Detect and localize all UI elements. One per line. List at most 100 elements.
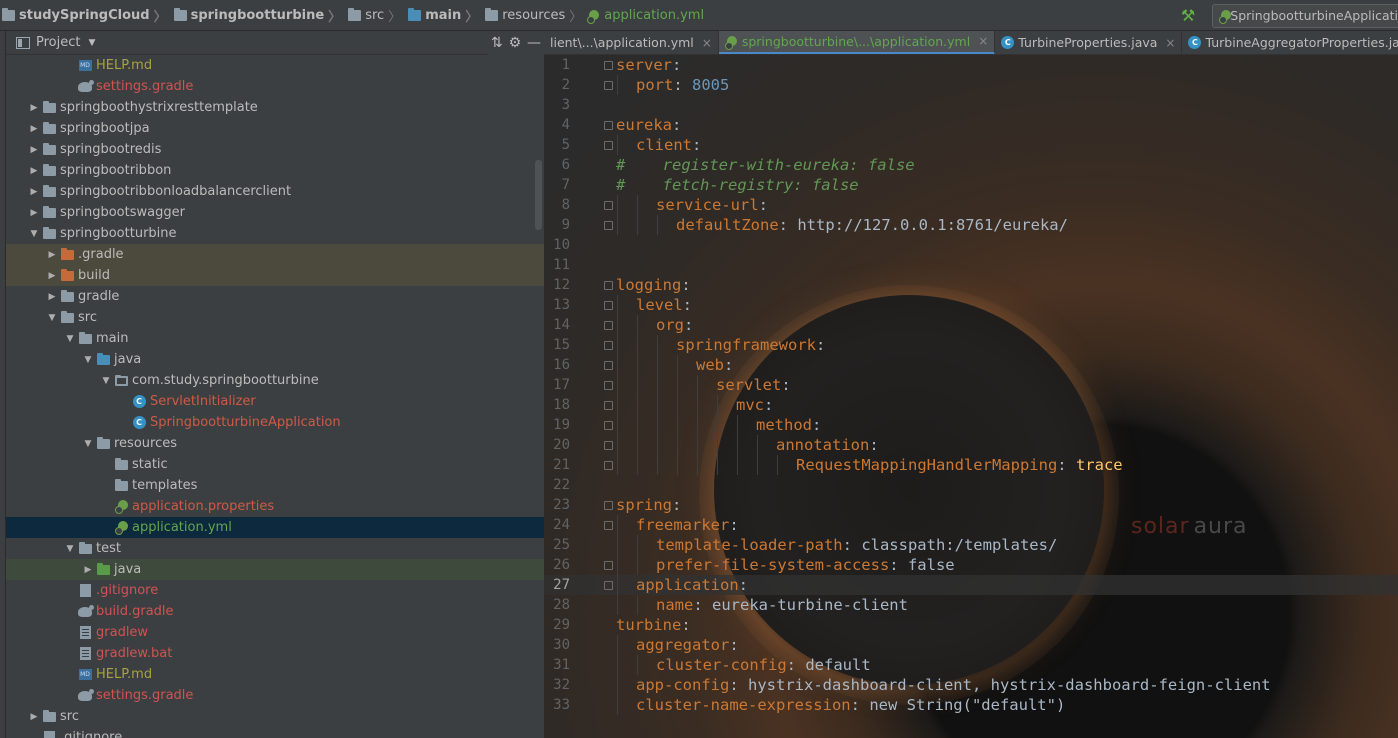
editor-tab[interactable]: C TurbineProperties.java × [995, 31, 1183, 54]
fold-marker-icon[interactable] [604, 581, 613, 590]
tree-node[interactable]: ▶ springbootredis [6, 139, 544, 160]
fold-marker-icon[interactable] [604, 201, 613, 210]
tree-node[interactable]: MD HELP.md [6, 55, 544, 76]
expanded-arrow-icon[interactable]: ▼ [46, 313, 58, 323]
expanded-arrow-icon[interactable]: ▼ [82, 355, 94, 365]
fold-marker-icon[interactable] [604, 321, 613, 330]
collapsed-arrow-icon[interactable]: ▶ [28, 187, 40, 197]
expanded-arrow-icon[interactable]: ▼ [64, 544, 76, 554]
collapsed-arrow-icon[interactable]: ▶ [46, 250, 58, 260]
fold-marker-icon[interactable] [604, 521, 613, 530]
tree-node[interactable]: ▼ main [6, 328, 544, 349]
tree-node[interactable]: ▶ springbootswagger [6, 202, 544, 223]
close-icon[interactable]: × [702, 36, 712, 50]
fold-marker-icon[interactable] [604, 61, 613, 70]
fold-marker-icon[interactable] [604, 301, 613, 310]
tree-node[interactable]: gradlew.bat [6, 643, 544, 664]
fold-marker-icon[interactable] [604, 501, 613, 510]
fold-marker-icon[interactable] [604, 441, 613, 450]
yaml-key: springframework [676, 336, 816, 354]
breadcrumb-item[interactable]: main 〉 [406, 0, 483, 30]
indent-guide [657, 455, 658, 475]
collapsed-arrow-icon[interactable]: ▶ [28, 166, 40, 176]
run-configuration-select[interactable]: SpringbootturbineApplicati [1212, 3, 1398, 28]
expanded-arrow-icon[interactable]: ▼ [100, 376, 112, 386]
expanded-arrow-icon[interactable]: ▼ [28, 229, 40, 239]
collapsed-arrow-icon[interactable]: ▶ [28, 712, 40, 722]
tree-node[interactable]: build.gradle [6, 601, 544, 622]
indent-guide [677, 355, 678, 375]
breadcrumb-item[interactable]: studySpringCloud 〉 [0, 0, 172, 30]
collapsed-arrow-icon[interactable]: ▶ [82, 565, 94, 575]
close-icon[interactable]: × [1165, 36, 1175, 50]
tree-node[interactable]: MD HELP.md [6, 664, 544, 685]
collapsed-arrow-icon[interactable]: ▶ [28, 124, 40, 134]
collapsed-arrow-icon[interactable]: ▶ [28, 103, 40, 113]
collapsed-arrow-icon[interactable]: ▶ [28, 145, 40, 155]
tree-node[interactable]: ▶ src [6, 706, 544, 727]
folder-icon [114, 478, 128, 491]
tree-node[interactable]: ▼ src [6, 307, 544, 328]
tree-node[interactable]: ▶ java [6, 559, 544, 580]
breadcrumb-item[interactable]: src 〉 [346, 0, 406, 30]
tree-node[interactable]: application.properties [6, 496, 544, 517]
tree-node[interactable]: ▼ springbootturbine [6, 223, 544, 244]
code-editor[interactable]: solar aura 1 2 3 4 5 6 7 8 9 10 11 12 13 14 15 16 17 18 19 2… [544, 55, 1398, 738]
project-tree-scrollbar[interactable] [535, 160, 542, 230]
fold-marker-icon[interactable] [604, 141, 613, 150]
editor-tab[interactable]: springbootturbine\...\application.yml × [718, 31, 996, 54]
build-hammer-icon[interactable]: ⚒ [1178, 6, 1198, 26]
tree-node[interactable]: templates [6, 475, 544, 496]
fold-marker-icon[interactable] [604, 381, 613, 390]
tree-node[interactable]: application.yml [6, 517, 544, 538]
collapse-all-icon[interactable]: ⇅ [491, 35, 503, 51]
collapsed-arrow-icon[interactable]: ▶ [28, 208, 40, 218]
tree-node[interactable]: settings.gradle [6, 685, 544, 706]
tree-node[interactable]: .gitignore [6, 727, 544, 738]
hide-panel-icon[interactable]: — [527, 35, 541, 51]
breadcrumb-item[interactable]: springbootturbine 〉 [172, 0, 347, 30]
tree-node[interactable]: .gitignore [6, 580, 544, 601]
tree-node[interactable]: C SpringbootturbineApplication [6, 412, 544, 433]
expanded-arrow-icon[interactable]: ▼ [82, 439, 94, 449]
tree-node[interactable]: ▼ test [6, 538, 544, 559]
fold-marker-icon[interactable] [604, 121, 613, 130]
tree-node[interactable]: gradlew [6, 622, 544, 643]
expanded-arrow-icon[interactable]: ▼ [64, 334, 76, 344]
breadcrumb-item[interactable]: resources 〉 [483, 0, 587, 30]
tree-node[interactable]: ▶ springbootribbon [6, 160, 544, 181]
collapsed-arrow-icon[interactable]: ▶ [46, 271, 58, 281]
breadcrumb-item[interactable]: application.yml [587, 0, 704, 30]
tree-node[interactable]: settings.gradle [6, 76, 544, 97]
collapsed-arrow-icon[interactable]: ▶ [46, 292, 58, 302]
tree-node[interactable]: ▼ com.study.springbootturbine [6, 370, 544, 391]
editor-tab[interactable]: lient\...\application.yml × [544, 31, 719, 54]
code-line: application: [636, 575, 748, 595]
tree-node[interactable]: ▶ springbootjpa [6, 118, 544, 139]
tree-node[interactable]: ▶ .gradle [6, 244, 544, 265]
fold-marker-icon[interactable] [604, 361, 613, 370]
tree-node[interactable]: ▼ resources [6, 433, 544, 454]
fold-marker-icon[interactable] [604, 461, 613, 470]
tree-node[interactable]: ▶ springbootribbonloadbalancerclient [6, 181, 544, 202]
tree-node[interactable]: C ServletInitializer [6, 391, 544, 412]
fold-marker-icon[interactable] [604, 341, 613, 350]
tree-node[interactable]: ▶ gradle [6, 286, 544, 307]
line-number: 11 [553, 257, 570, 273]
close-icon[interactable]: × [978, 34, 988, 48]
gear-icon[interactable]: ⚙ [509, 35, 522, 51]
fold-marker-icon[interactable] [604, 421, 613, 430]
watermark-word-1: solar [1131, 514, 1190, 539]
tree-node[interactable]: ▶ build [6, 265, 544, 286]
indent-guide [617, 675, 618, 695]
editor-tab[interactable]: CTurbineAggregatorProperties.java× [1182, 31, 1398, 54]
tree-node[interactable]: ▶ springboothystrixresttemplate [6, 97, 544, 118]
fold-marker-icon[interactable] [604, 281, 613, 290]
tree-node[interactable]: static [6, 454, 544, 475]
fold-marker-icon[interactable] [604, 561, 613, 570]
fold-marker-icon[interactable] [604, 81, 613, 90]
fold-marker-icon[interactable] [604, 221, 613, 230]
tree-node[interactable]: ▼ java [6, 349, 544, 370]
fold-marker-icon[interactable] [604, 401, 613, 410]
project-view-selector[interactable]: Project ▼ [6, 35, 95, 50]
